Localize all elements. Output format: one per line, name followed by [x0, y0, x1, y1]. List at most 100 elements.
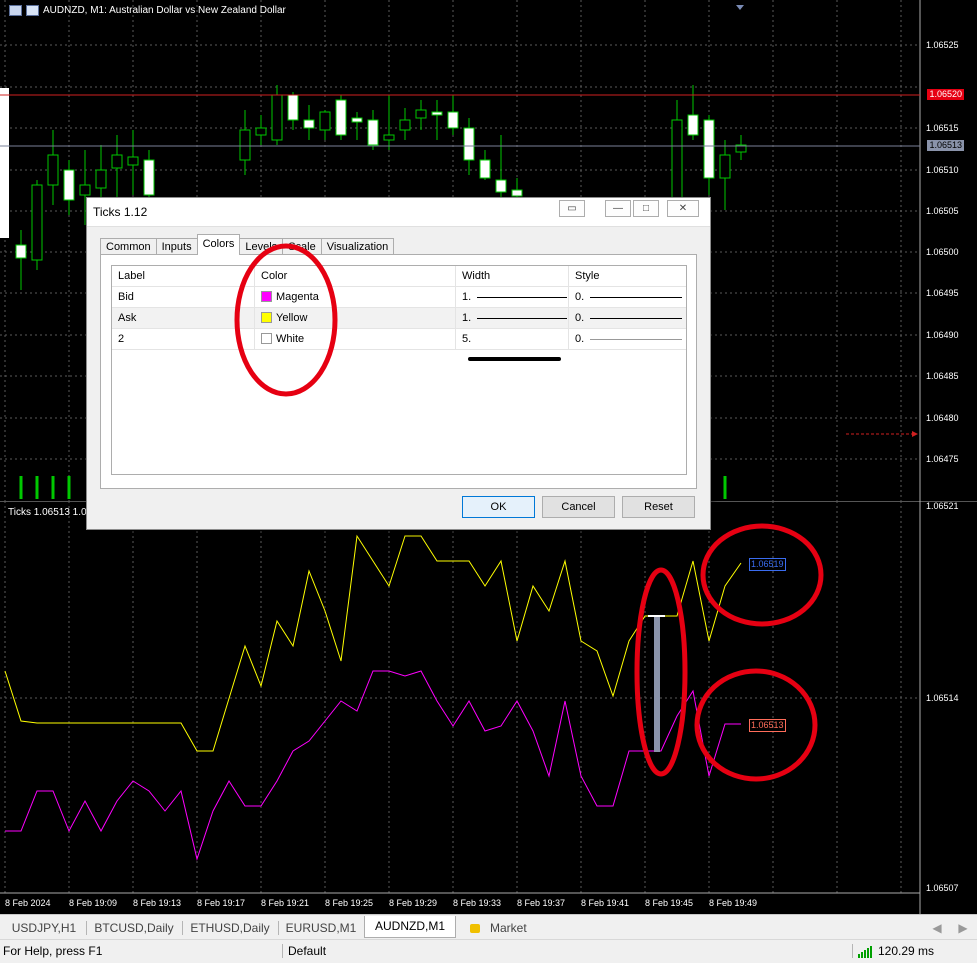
- style-preview: [590, 338, 683, 340]
- cancel-button[interactable]: Cancel: [542, 496, 615, 518]
- chart-tab-btcusd[interactable]: BTCUSD,Daily: [90, 918, 178, 938]
- col-label-header[interactable]: Label: [112, 266, 255, 286]
- color-picker-bid[interactable]: Magenta: [255, 287, 456, 307]
- time-axis-label: 8 Feb 19:21: [261, 898, 309, 908]
- market-tab-label: Market: [490, 921, 527, 935]
- color-picker-2[interactable]: White: [255, 329, 456, 349]
- color-picker-ask[interactable]: Yellow: [255, 308, 456, 328]
- width-preview: [468, 357, 561, 362]
- candle: [511, 189, 523, 197]
- time-axis-label: 8 Feb 19:17: [197, 898, 245, 908]
- candle: [495, 179, 507, 193]
- maximize-icon[interactable]: □: [633, 200, 659, 217]
- time-axis-label: 8 Feb 19:09: [69, 898, 117, 908]
- time-axis-label: 8 Feb 19:45: [645, 898, 693, 908]
- ask-series-line: [4, 534, 742, 752]
- grid-row-2[interactable]: 2 White 5. 0.: [112, 329, 686, 362]
- dialog-tabs: Common Inputs Colors Levels Scale Visual…: [100, 234, 395, 255]
- candle: [319, 111, 331, 131]
- width-select-bid[interactable]: 1.: [456, 287, 569, 307]
- indicator-price-label: 1.06521: [926, 501, 959, 511]
- indicator-pane[interactable]: 1.06521 1.06514 1.06507 8 Feb 2024 8 Feb 19…: [0, 500, 977, 914]
- style-value: 0.: [575, 291, 585, 303]
- width-select-ask[interactable]: 1.: [456, 308, 569, 328]
- annotation-circle-spread: [634, 567, 688, 777]
- tab-scale[interactable]: Scale: [282, 238, 322, 255]
- candle: [463, 127, 475, 161]
- chart-tab-eurusd[interactable]: EURUSD,M1: [282, 918, 360, 938]
- lock-icon: [470, 924, 480, 933]
- col-style-header[interactable]: Style: [569, 266, 686, 286]
- grid-row-bid[interactable]: Bid Magenta 1. 0.: [112, 287, 686, 308]
- tab-separator: [86, 921, 87, 935]
- chart-title: AUDNZD, M1: Australian Dollar vs New Zea…: [9, 5, 286, 16]
- status-profile[interactable]: Default: [288, 944, 326, 958]
- candle: [239, 129, 251, 161]
- width-value: 1.: [462, 291, 472, 303]
- candle: [95, 169, 107, 189]
- current-price-box: 1.06513: [927, 140, 964, 151]
- candle: [671, 119, 683, 201]
- chart-tab-audnzd[interactable]: AUDNZD,M1: [364, 916, 456, 938]
- candle: [479, 159, 491, 179]
- minimize-icon[interactable]: —: [605, 200, 631, 217]
- red-line-price-box: 1.06520: [927, 89, 964, 100]
- chart-tab-ethusd[interactable]: ETHUSD,Daily: [186, 918, 274, 938]
- tab-inputs[interactable]: Inputs: [155, 238, 198, 255]
- candle: [303, 119, 315, 129]
- grid-row-ask[interactable]: Ask Yellow 1. 0.: [112, 308, 686, 329]
- candle: [399, 119, 411, 131]
- width-preview: [477, 296, 568, 298]
- arrow-head: [912, 431, 918, 437]
- col-color-header[interactable]: Color: [255, 266, 456, 286]
- tab-colors[interactable]: Colors: [196, 234, 241, 255]
- time-axis-label: 8 Feb 19:49: [709, 898, 757, 908]
- colors-tab-panel: Label Color Width Style Bid Magenta 1. 0…: [100, 254, 697, 489]
- tab-visualization[interactable]: Visualization: [320, 238, 395, 255]
- scroll-right-icon[interactable]: ▶: [956, 918, 970, 938]
- style-select-bid[interactable]: 0.: [569, 287, 686, 307]
- price-axis-label: 1.06485: [926, 371, 959, 381]
- color-swatch: [261, 291, 272, 302]
- row-label: Ask: [112, 308, 255, 328]
- candle: [127, 156, 139, 166]
- style-select-2[interactable]: 0.: [569, 329, 686, 349]
- status-separator: [282, 944, 283, 958]
- candle: [255, 127, 267, 136]
- row-label: Bid: [112, 287, 255, 307]
- candle: [703, 119, 715, 179]
- dialog-titlebar[interactable]: Ticks 1.12 ▭ — □ ✕: [87, 198, 710, 227]
- price-axis-label: 1.06515: [926, 123, 959, 133]
- chart-tab-usdjpy[interactable]: USDJPY,H1: [6, 918, 82, 938]
- ok-button[interactable]: OK: [462, 496, 535, 518]
- tab-common[interactable]: Common: [100, 238, 157, 255]
- dialog-title: Ticks 1.12: [93, 205, 148, 219]
- scroll-left-icon[interactable]: ◀: [930, 918, 944, 938]
- time-axis-label: 8 Feb 19:13: [133, 898, 181, 908]
- price-axis-label: 1.06495: [926, 288, 959, 298]
- col-width-header[interactable]: Width: [456, 266, 569, 286]
- width-select-2[interactable]: 5.: [456, 329, 569, 362]
- status-bar: For Help, press F1 Default 120.29 ms: [0, 939, 977, 963]
- indicator-price-label: 1.06507: [926, 883, 959, 893]
- price-axis-label: 1.06475: [926, 454, 959, 464]
- color-swatch: [261, 333, 272, 344]
- reset-button[interactable]: Reset: [622, 496, 695, 518]
- style-select-ask[interactable]: 0.: [569, 308, 686, 328]
- candle: [0, 88, 9, 238]
- tab-levels[interactable]: Levels: [239, 238, 284, 255]
- close-icon[interactable]: ✕: [667, 200, 699, 217]
- dialog-restore-icon[interactable]: ▭: [559, 200, 585, 217]
- bid-series-line: [5, 670, 741, 861]
- status-separator: [852, 944, 853, 958]
- style-value: 0.: [575, 333, 585, 345]
- time-axis-label: 8 Feb 19:29: [389, 898, 437, 908]
- candle: [415, 109, 427, 119]
- ask-value-label: 1.06519: [749, 558, 786, 571]
- chart-tab-market[interactable]: Market: [464, 918, 544, 938]
- candle: [687, 114, 699, 136]
- ticks-indicator-chart[interactable]: 1.06521 1.06514 1.06507 8 Feb 2024 8 Feb 19…: [0, 500, 977, 914]
- grid-header: Label Color Width Style: [112, 266, 686, 287]
- connection-bars-icon: [858, 946, 872, 958]
- chart-type-icon: [26, 5, 39, 16]
